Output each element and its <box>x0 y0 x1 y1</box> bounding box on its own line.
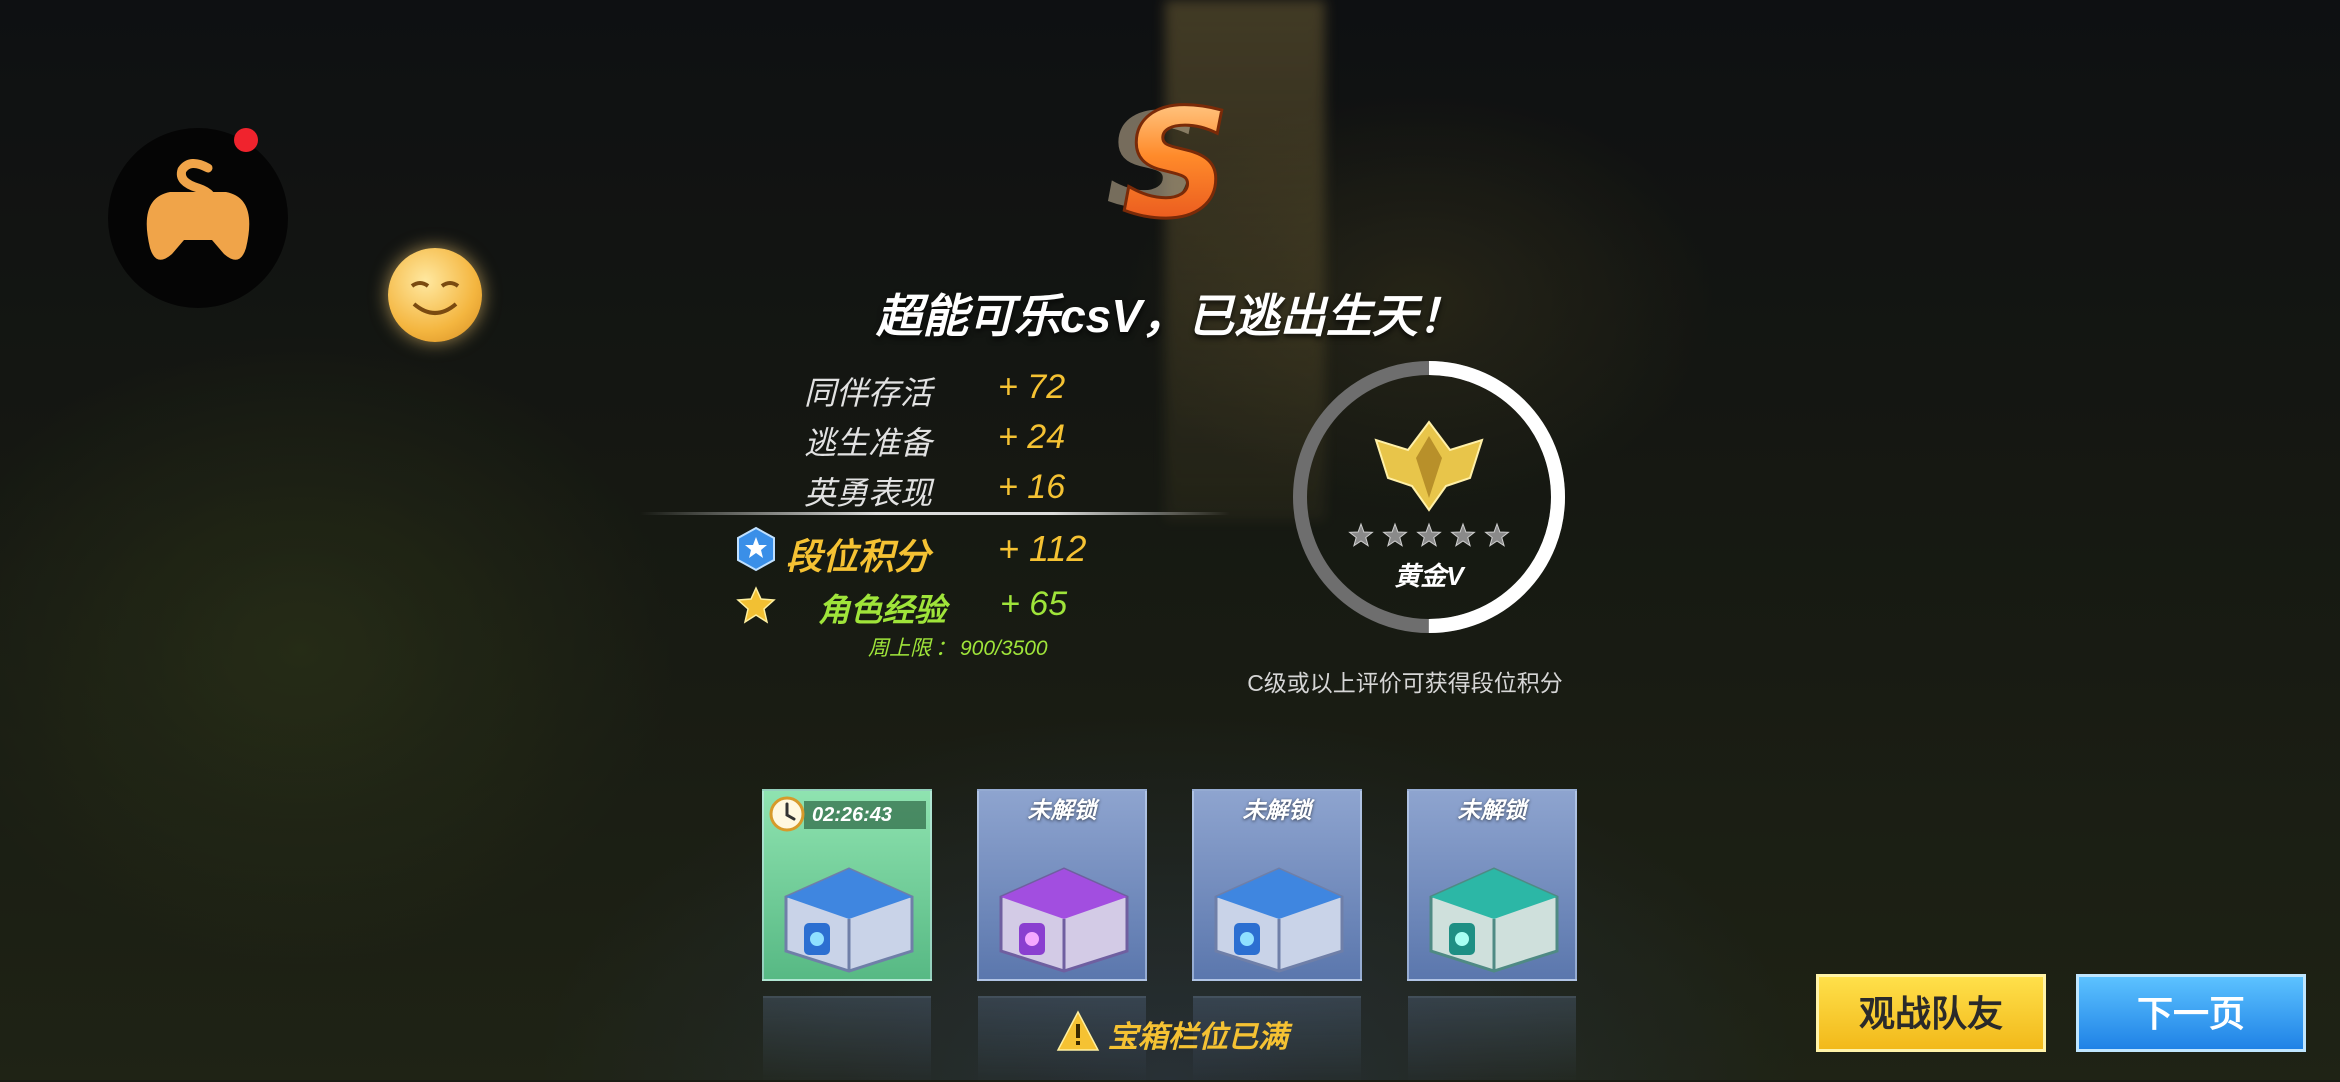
warning-icon <box>1056 1010 1100 1051</box>
rank-points-label: 段位积分 <box>786 536 931 577</box>
rank-star-icon <box>1382 522 1408 547</box>
character-exp-label: 角色经验 <box>818 592 947 628</box>
weekly-cap-separator: ： <box>935 637 956 660</box>
clock-icon <box>769 796 805 832</box>
rank-star-icon <box>1450 522 1476 547</box>
rank-star-icon <box>1348 522 1374 547</box>
rank-star-icon <box>1416 522 1442 547</box>
rank-progress-ring <box>1293 361 1565 633</box>
gold-crest-icon <box>1374 420 1484 512</box>
weekly-cap-value: 900/3500 <box>960 637 1048 660</box>
purple-chest-icon <box>999 867 1129 973</box>
blue-chest-icon <box>784 867 914 973</box>
weekly-cap-label: 周上限 <box>868 637 931 660</box>
chest-lock-status: 未解锁 <box>1027 797 1097 823</box>
emote-button[interactable] <box>388 248 482 342</box>
grade-letter: S <box>1122 78 1230 252</box>
chest-slot[interactable]: 未解锁 <box>977 789 1147 981</box>
chest-timer: 02:26:43 <box>812 804 893 826</box>
rank-points-value: + 112 <box>998 528 1087 569</box>
spectate-teammates-button[interactable]: 观战队友 <box>1816 974 2046 1052</box>
chest-full-text: 宝箱栏位已满 <box>1108 1021 1288 1054</box>
rank-stars <box>1348 522 1510 547</box>
smile-face-icon <box>410 281 460 315</box>
chest-slot[interactable]: 未解锁 <box>1192 789 1362 981</box>
weekly-cap: 周上限： 900/3500 <box>868 632 1048 662</box>
score-label: 逃生准备 <box>804 425 933 461</box>
character-exp-value: + 65 <box>1000 585 1068 623</box>
exp-star-icon <box>736 586 776 624</box>
empty-slot-reflection <box>763 996 931 1082</box>
score-label: 同伴存活 <box>804 375 933 411</box>
rank-note: C级或以上评价可获得段位积分 <box>1247 670 1563 696</box>
teal-chest-icon <box>1429 867 1559 973</box>
chest-slot[interactable]: 未解锁 <box>1407 789 1577 981</box>
chest-slot[interactable]: 02:26:43 <box>762 789 932 981</box>
score-value: + 16 <box>998 468 1066 506</box>
empty-slot-reflection <box>1408 996 1576 1082</box>
score-label: 英勇表现 <box>804 475 933 511</box>
gamepad-icon <box>146 159 250 260</box>
score-value: + 24 <box>998 418 1066 456</box>
blue-chest-icon <box>1214 867 1344 973</box>
notification-dot <box>234 128 258 152</box>
rank-star-icon <box>1484 522 1510 547</box>
escape-headline: 超能可乐csV，已逃出生天！ <box>876 290 1464 342</box>
rank-tier: 黄金V <box>1394 561 1464 591</box>
rank-star-icon <box>737 526 775 572</box>
chest-lock-status: 未解锁 <box>1457 797 1527 823</box>
score-divider <box>640 512 1230 515</box>
chest-lock-status: 未解锁 <box>1242 797 1312 823</box>
score-value: + 72 <box>998 368 1066 406</box>
gamepad-app-icon[interactable] <box>108 128 288 308</box>
next-page-button[interactable]: 下一页 <box>2076 974 2306 1052</box>
grade-emblem: S S <box>1070 77 1280 254</box>
